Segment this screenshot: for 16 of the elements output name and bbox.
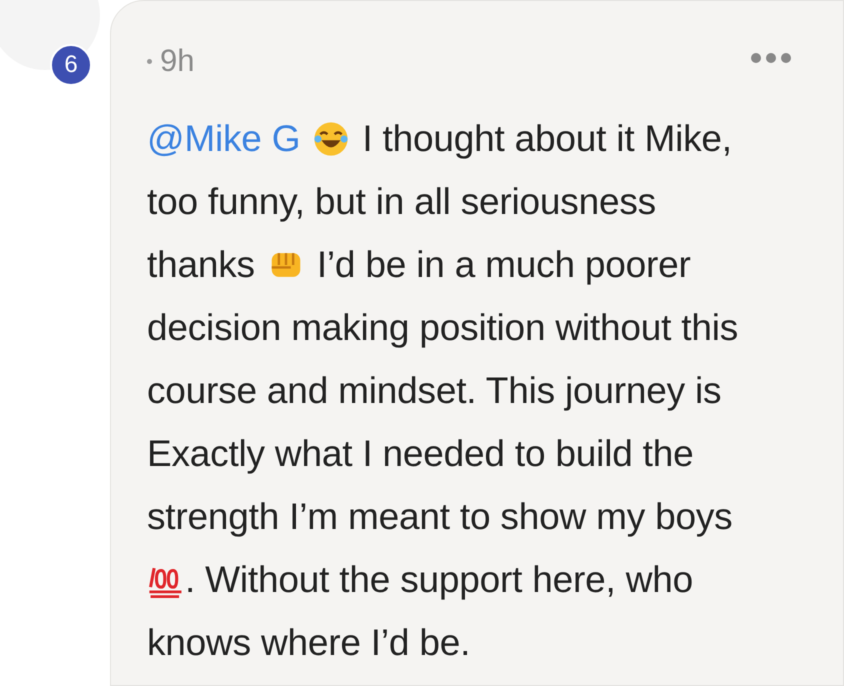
comment-text: knows where I’d be. <box>147 622 470 664</box>
comment-text: I thought about it Mike, <box>362 118 732 160</box>
laughing-face-icon <box>312 120 350 158</box>
timestamp: 9h <box>160 43 194 79</box>
more-options-icon[interactable] <box>751 53 791 63</box>
comment-text: decision making position without this <box>147 306 738 348</box>
mention-link[interactable]: @Mike G <box>147 118 300 160</box>
separator-dot <box>147 58 152 64</box>
comment-text: I’d be in a much poorer <box>316 244 691 286</box>
comment-text: Exactly what I needed to build the <box>147 432 694 474</box>
level-badge: 6 <box>50 44 92 86</box>
comment-text: strength I’m meant to show my boys <box>147 496 732 538</box>
comment-text: too funny, but in all seriousness <box>147 180 656 222</box>
comment-text: . Without the support here, who <box>185 558 693 600</box>
comment-text: thanks <box>147 244 255 286</box>
comment-text: course and mindset. This journey is <box>147 370 722 412</box>
